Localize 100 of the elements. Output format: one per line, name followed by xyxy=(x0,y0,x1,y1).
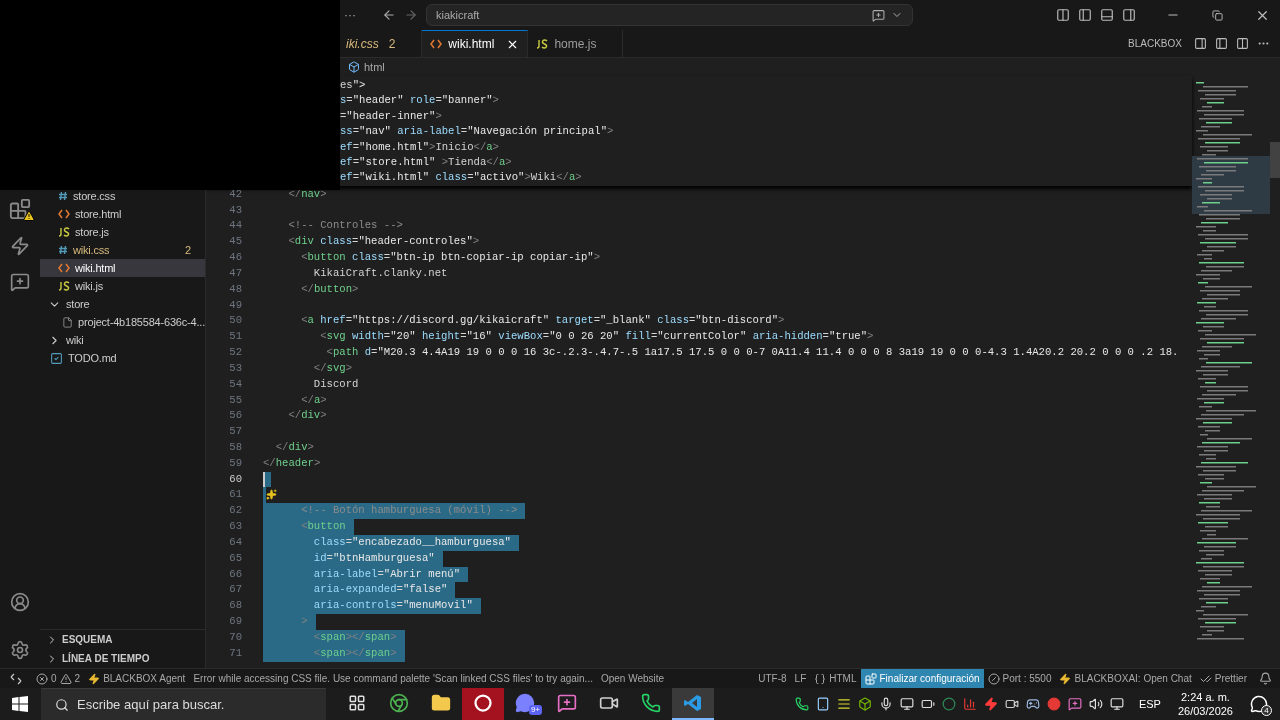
breadcrumb-item[interactable]: html xyxy=(364,58,385,76)
file-icon xyxy=(62,315,74,329)
formatter-button[interactable]: Prettier xyxy=(1195,669,1251,688)
hash-icon xyxy=(58,245,68,255)
panel-icon[interactable] xyxy=(1215,37,1228,50)
line-number: 71 xyxy=(228,645,242,661)
line-number: 63 xyxy=(228,519,242,535)
settings-icon[interactable] xyxy=(10,640,30,660)
taskbar-app[interactable] xyxy=(672,688,714,720)
network-icon xyxy=(1109,697,1124,711)
status-item[interactable]: BLACKBOX Agent xyxy=(84,669,190,688)
text-cursor xyxy=(263,471,265,488)
line-number: 55 xyxy=(228,392,242,408)
line-number: 53 xyxy=(228,360,242,376)
live-server-button[interactable]: Port : 5500 xyxy=(983,669,1056,688)
line-number: 51 xyxy=(228,329,242,345)
code-line: </div> xyxy=(287,408,328,424)
gamepad-icon xyxy=(1025,697,1040,711)
js-icon xyxy=(536,38,549,49)
code-line: ss="nav" aria-label="Navegación principal"> xyxy=(340,124,615,140)
sparkle-icon[interactable] xyxy=(266,489,277,501)
code-line: </a> xyxy=(300,392,328,408)
windows-logo-icon xyxy=(12,696,28,712)
panel-toggle-icon[interactable] xyxy=(1100,8,1114,22)
language-indicator[interactable]: ESP xyxy=(1138,695,1161,713)
file-tree-item[interactable]: wiki xyxy=(40,331,205,349)
lightning-icon[interactable] xyxy=(10,236,30,256)
code-brackets-icon xyxy=(58,209,70,219)
js-icon xyxy=(58,227,70,237)
line-number: 52 xyxy=(228,345,242,360)
code-editor-icon xyxy=(683,693,703,713)
layout-icon[interactable] xyxy=(1056,8,1070,22)
screen-icon xyxy=(899,697,914,711)
panel-icon[interactable] xyxy=(1194,37,1207,50)
search-input[interactable]: Escribe aquí para buscar. xyxy=(77,694,312,715)
code-line: </header> xyxy=(263,455,322,471)
line-number: 64 xyxy=(228,534,242,550)
chat-icon[interactable] xyxy=(10,272,30,292)
code-line: </button> xyxy=(300,281,360,297)
braces-icon xyxy=(814,672,827,685)
volume-icon xyxy=(1088,697,1103,711)
code-line: ef="wiki.html" class="activo">Wiki</a> xyxy=(340,170,583,186)
status-item[interactable]: BLACKBOXAI: Open Chat xyxy=(1055,669,1196,688)
file-tree-item[interactable]: project-4b185584-636c-4... xyxy=(40,313,205,331)
file-tree-item[interactable]: store xyxy=(40,295,205,313)
editor-tab[interactable]: wiki.html xyxy=(422,30,529,57)
battery-icon xyxy=(920,697,935,711)
command-center-field[interactable]: kiakicraft xyxy=(426,4,913,26)
language-mode-button[interactable]: HTML xyxy=(810,669,861,688)
status-item[interactable]: UTF-8 xyxy=(754,669,791,688)
more-button[interactable]: ··· xyxy=(340,6,360,24)
taskbar-app[interactable] xyxy=(462,688,504,720)
cube-icon xyxy=(348,61,360,73)
file-tree-item[interactable]: wiki.html xyxy=(40,259,205,277)
clock[interactable]: 2:24 a. m. 26/03/2026 xyxy=(1177,690,1233,718)
file-tree-item[interactable]: wiki.css 2 xyxy=(40,241,205,259)
line-number: 50 xyxy=(228,313,242,329)
cube-icon xyxy=(857,697,872,711)
code-line: es"> xyxy=(340,78,367,93)
warning-icon xyxy=(23,210,35,222)
line-number: 61 xyxy=(228,487,242,503)
browser-icon xyxy=(389,693,409,713)
sidebar-section-header[interactable]: LÍNEA DE TIEMPO xyxy=(40,649,205,668)
problems-button[interactable]: 0 2 xyxy=(32,669,85,688)
restore-icon[interactable] xyxy=(1212,9,1223,21)
code-brackets-icon xyxy=(58,263,70,273)
notification-count: 4 xyxy=(1261,705,1272,716)
setup-button[interactable]: Finalizar configuración xyxy=(860,669,984,688)
code-line: ="header-inner"> xyxy=(340,108,443,124)
status-item[interactable]: LF xyxy=(790,669,811,688)
split-editor-icon[interactable] xyxy=(1236,37,1249,50)
file-tree-item[interactable]: wiki.js xyxy=(40,277,205,295)
line-number: 44 xyxy=(228,218,242,234)
file-tree-item[interactable]: TODO.md xyxy=(40,349,205,367)
secondary-sidebar-icon[interactable] xyxy=(1122,8,1136,22)
notification-badge: 9+ xyxy=(528,705,542,715)
code-line: Discord xyxy=(312,376,360,392)
circle-icon xyxy=(941,697,956,711)
extensions-icon xyxy=(9,198,31,220)
notification-center-button[interactable]: 4 xyxy=(1250,695,1268,713)
search-field[interactable]: Escribe aquí para buscar. xyxy=(41,688,326,720)
microphone-icon xyxy=(878,697,893,711)
audio-bars-icon xyxy=(962,697,977,711)
js-icon xyxy=(58,281,70,291)
sidebar-toggle-icon[interactable] xyxy=(1078,8,1092,22)
line-number: 48 xyxy=(228,281,242,297)
taskbar-app[interactable]: 9+ xyxy=(504,688,546,720)
lightning-icon xyxy=(1059,672,1072,685)
chat-icon xyxy=(557,693,577,713)
blocks-icon xyxy=(864,672,877,685)
account-icon[interactable] xyxy=(10,592,30,612)
file-tree-item[interactable]: store.js xyxy=(40,223,205,241)
file-tree-item[interactable]: store.css xyxy=(40,187,205,205)
status-item[interactable]: Open Website xyxy=(596,669,669,688)
sidebar-section-header[interactable]: ESQUEMA xyxy=(40,630,205,649)
file-tree-item[interactable]: store.html xyxy=(40,205,205,223)
code-line: </svg> xyxy=(312,360,353,376)
editor-tab[interactable]: home.js xyxy=(528,30,624,57)
toolbar-label[interactable]: BLACKBOX xyxy=(1128,36,1182,51)
status-item[interactable]: Error while accessing CSS file. Use command palette 'Scan linked CSS files' to try again... xyxy=(189,669,597,688)
